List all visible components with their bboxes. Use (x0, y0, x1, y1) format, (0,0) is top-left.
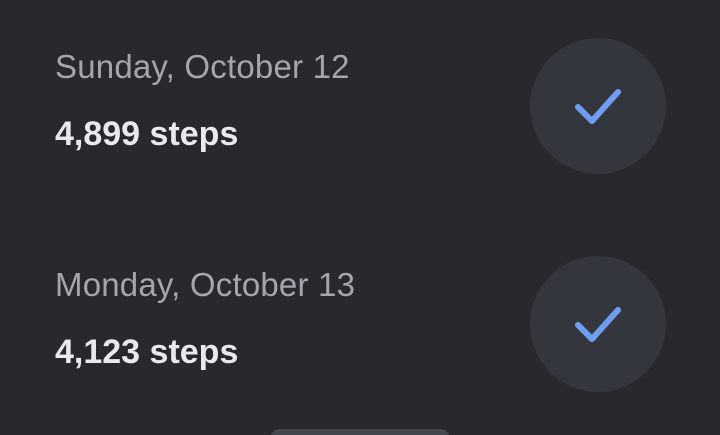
day-list: Sunday, October 12 4,899 steps Monday, O… (0, 0, 720, 435)
day-row-sunday-october-12[interactable]: Sunday, October 12 4,899 steps (0, 14, 720, 194)
day-date: Monday, October 13 (55, 266, 356, 303)
check-icon (575, 89, 621, 124)
day-step-count: 4,123 steps (55, 333, 239, 371)
check-icon (575, 307, 621, 342)
day-date: Sunday, October 12 (55, 48, 350, 85)
goal-complete-button[interactable] (530, 38, 666, 174)
day-step-count: 4,899 steps (55, 115, 239, 153)
goal-complete-button[interactable] (530, 256, 666, 392)
bottom-sheet-handle[interactable] (270, 429, 450, 435)
day-row-monday-october-13[interactable]: Monday, October 13 4,123 steps (0, 232, 720, 412)
